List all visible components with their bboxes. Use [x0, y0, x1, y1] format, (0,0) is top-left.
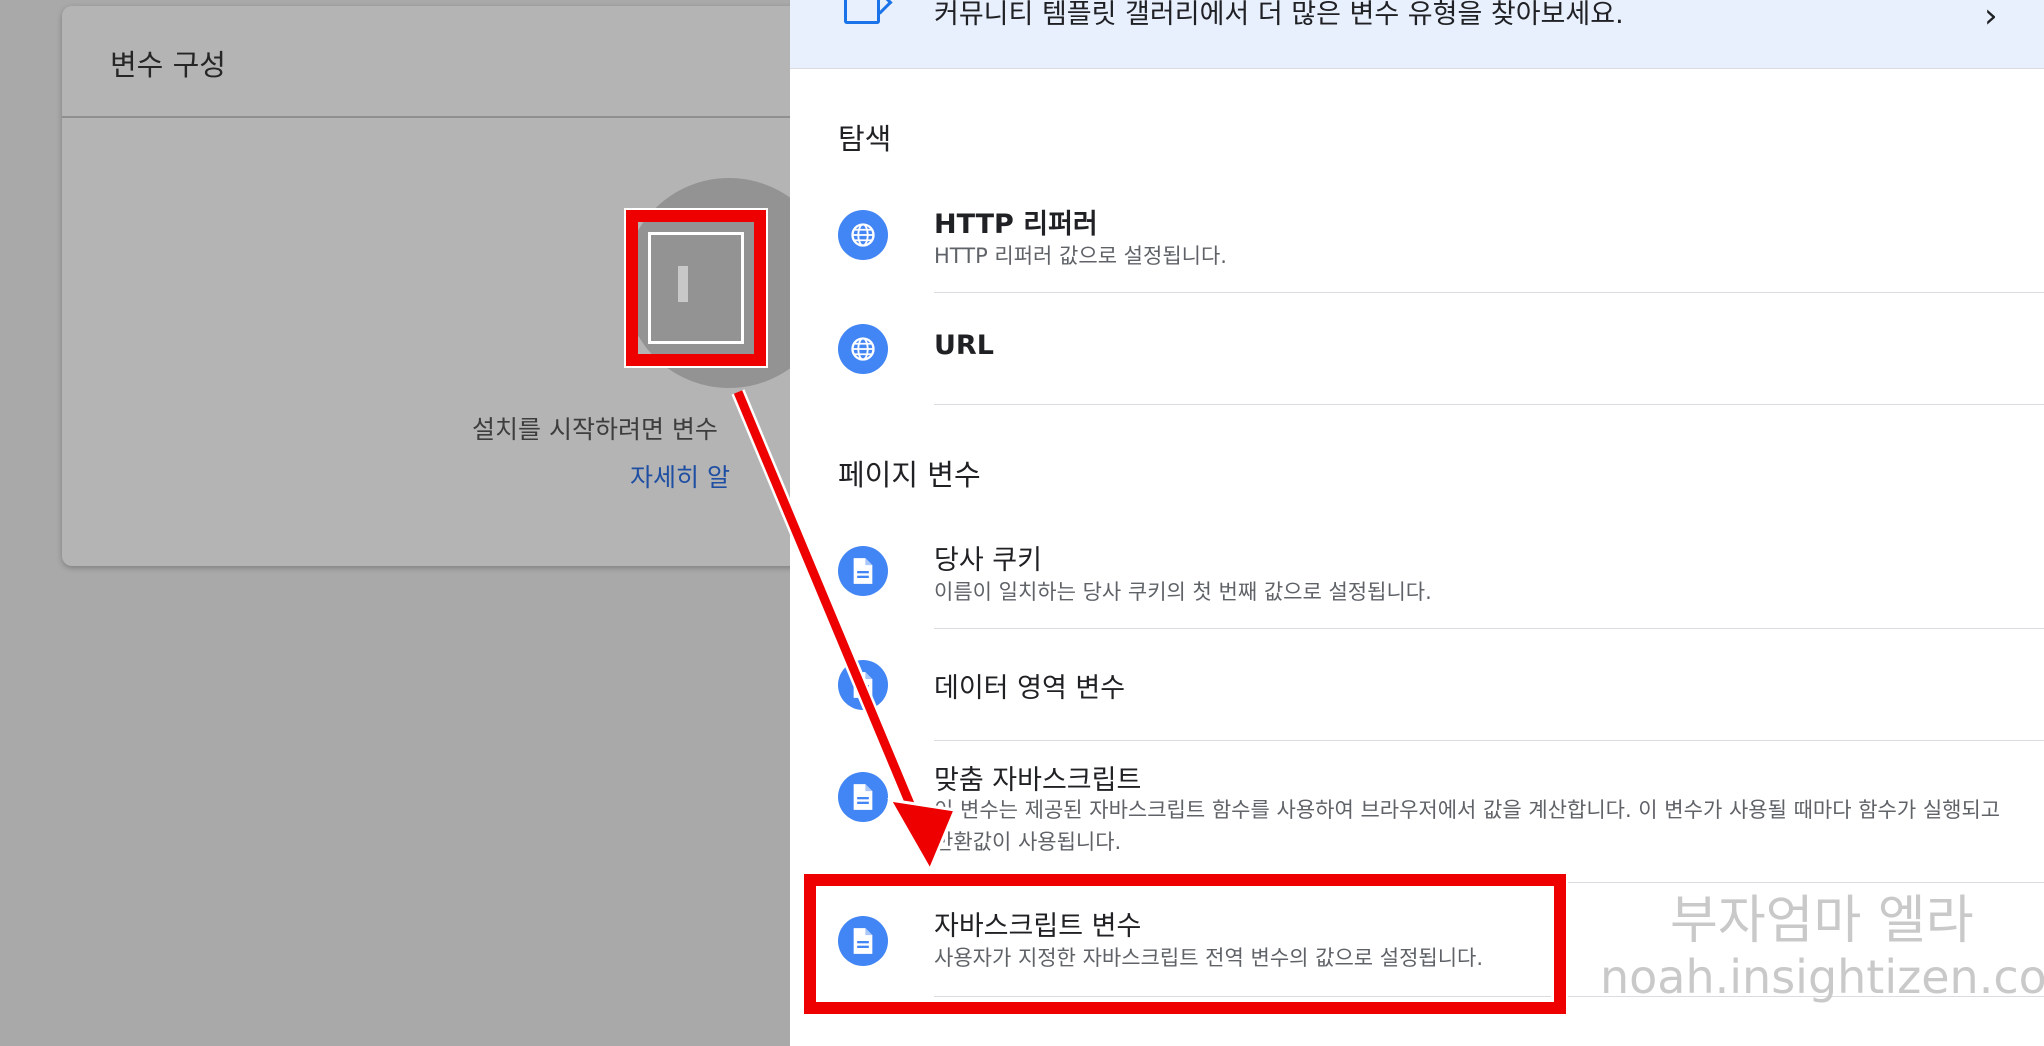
- watermark-title: 부자엄마 엘라: [1670, 891, 1974, 951]
- watermark-url: noah.insightizen.com: [1600, 950, 2044, 1004]
